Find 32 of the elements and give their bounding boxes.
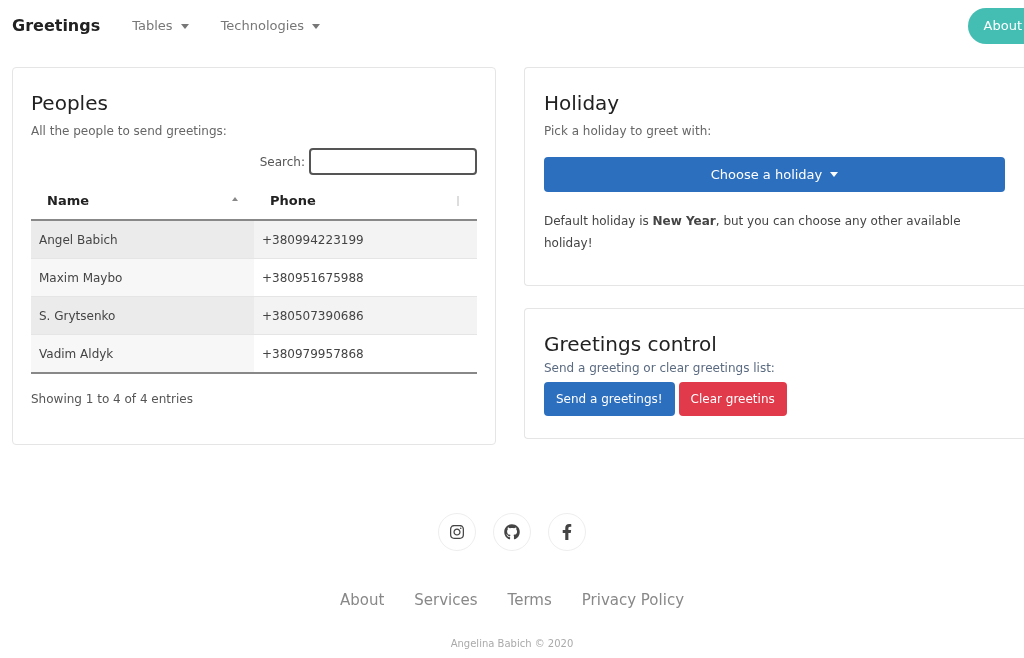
card-title: Greetings control	[544, 331, 718, 358]
table-cell: Angel Babich	[31, 221, 254, 258]
caret-icon	[312, 23, 321, 29]
card-title: Holiday	[544, 90, 621, 117]
table-cell: +380994223199	[254, 221, 477, 258]
caret-icon	[830, 172, 839, 177]
footer-link[interactable]: Services	[414, 589, 478, 612]
column-header[interactable]: Name	[31, 183, 254, 219]
card-subtitle: Pick a holiday to greet with:	[544, 123, 713, 140]
card-subtitle: All the people to send greetings:	[31, 123, 228, 140]
holiday-note: Default holiday is New Year, but you can choose any other available holiday!	[544, 213, 962, 252]
table-cell: Maxim Maybo	[31, 259, 254, 296]
brand-title[interactable]: Greetings	[12, 14, 101, 38]
footer-link[interactable]: Terms	[507, 589, 552, 612]
card-subtitle: Send a greeting or clear greetings list:	[544, 360, 776, 377]
table-info: Showing 1 to 4 of 4 entries	[31, 391, 194, 408]
copyright: Angelina Babich © 2020	[449, 636, 575, 651]
caret-icon	[180, 23, 189, 29]
table-cell: S. Grytsenko	[31, 297, 254, 334]
search-field[interactable]	[309, 148, 477, 175]
column-header[interactable]: Phone	[254, 183, 477, 219]
footer-link[interactable]: Privacy Policy	[581, 589, 684, 612]
send-button[interactable]: Send a greetings!	[544, 382, 675, 416]
search-label: Search:	[259, 153, 305, 171]
card-title: Peoples	[31, 90, 109, 117]
clear-button[interactable]: Clear greetins	[678, 382, 787, 416]
table-cell: Vadim Aldyk	[31, 335, 254, 372]
footer-link[interactable]: About	[339, 589, 385, 612]
table-cell: +380507390686	[254, 297, 477, 334]
holiday-dropdown[interactable]: Choose a holiday	[544, 157, 1005, 192]
nav-menu[interactable]: Technologies	[220, 16, 321, 36]
nav-menu[interactable]: Tables	[132, 16, 189, 36]
